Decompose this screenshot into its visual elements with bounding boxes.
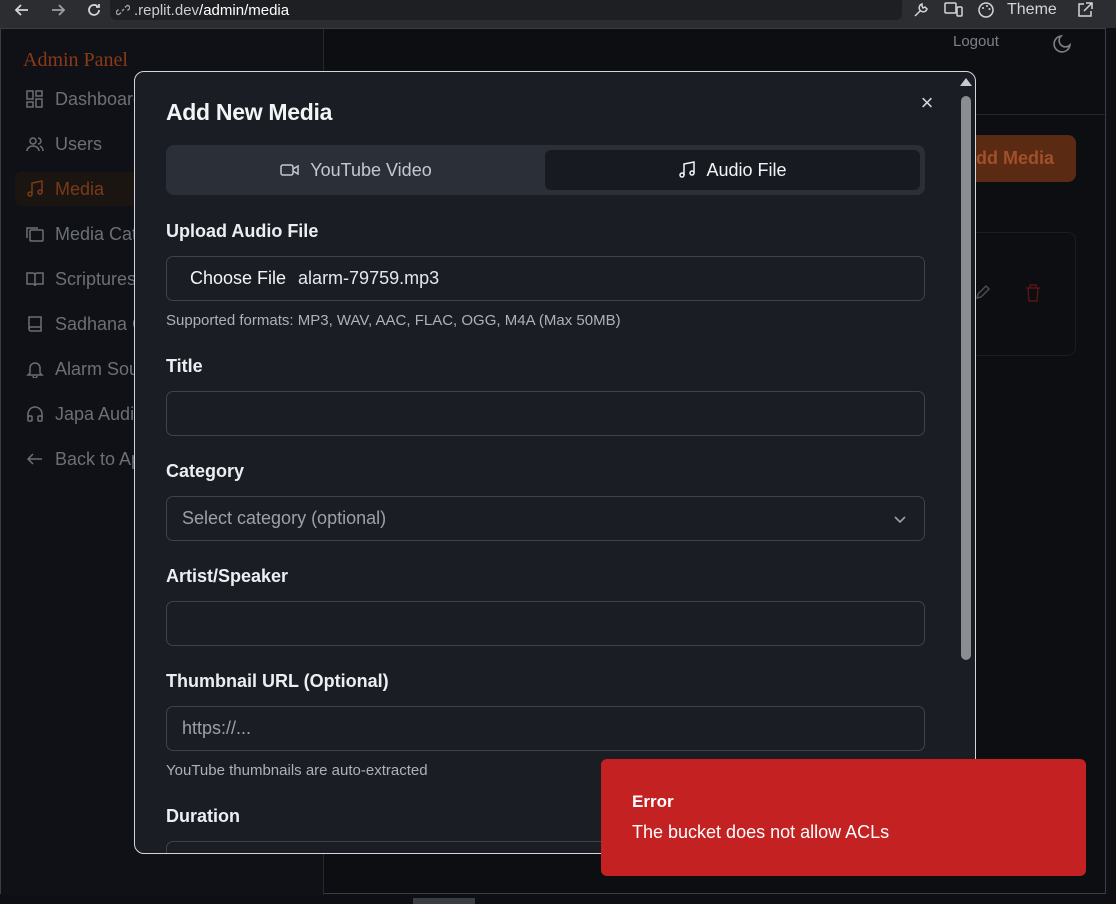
duration-label: Duration xyxy=(166,806,240,826)
title-input[interactable] xyxy=(166,391,925,436)
sidebar-title: Admin Panel xyxy=(23,49,128,71)
dashboard-icon xyxy=(25,89,45,109)
tab-label: Audio File xyxy=(706,159,787,180)
folders-icon xyxy=(25,224,45,244)
music-icon xyxy=(25,179,45,199)
add-media-dialog: Add New Media × YouTube Video Audio File… xyxy=(134,71,976,854)
palette-icon[interactable] xyxy=(977,0,995,20)
open-external-icon[interactable] xyxy=(1076,0,1094,20)
tab-audio-file[interactable]: Audio File xyxy=(545,150,920,190)
window-edge xyxy=(413,898,475,904)
sidebar-item-label: Dashboard xyxy=(55,88,144,109)
back-icon[interactable] xyxy=(10,0,34,20)
edit-icon[interactable] xyxy=(974,283,992,306)
choose-file-button[interactable]: Choose File xyxy=(190,268,286,289)
category-placeholder: Select category (optional) xyxy=(182,508,387,528)
link-icon xyxy=(116,2,132,18)
tab-label: YouTube Video xyxy=(310,159,432,180)
reload-icon[interactable] xyxy=(82,0,106,20)
artist-input[interactable] xyxy=(166,601,925,646)
headphones-icon xyxy=(25,404,45,424)
video-icon xyxy=(280,162,300,178)
forward-icon[interactable] xyxy=(46,0,70,20)
dialog-scrollbar[interactable] xyxy=(959,78,973,848)
toast-title: Error xyxy=(632,792,674,811)
upload-hint: Supported formats: MP3, WAV, AAC, FLAC, … xyxy=(166,312,621,329)
error-toast[interactable]: Error The bucket does not allow ACLs xyxy=(601,759,1086,876)
chevron-down-icon xyxy=(892,511,908,532)
book-icon xyxy=(25,314,45,334)
sidebar-item-label: Users xyxy=(55,133,103,154)
arrow-left-icon xyxy=(25,449,45,469)
moon-icon[interactable] xyxy=(1052,32,1074,59)
bell-icon xyxy=(25,359,45,379)
users-icon xyxy=(25,134,45,154)
theme-button[interactable]: Theme xyxy=(1007,0,1057,20)
close-icon[interactable]: × xyxy=(916,90,938,115)
scroll-up-icon[interactable] xyxy=(960,78,972,86)
thumbnail-placeholder: https://... xyxy=(182,718,252,738)
category-select[interactable]: Select category (optional) xyxy=(166,496,925,541)
audio-file-input[interactable]: Choose File alarm-79759.mp3 xyxy=(166,256,925,301)
url-path: /admin/media xyxy=(199,1,290,19)
music-icon xyxy=(678,161,696,179)
artist-label: Artist/Speaker xyxy=(166,566,289,586)
sidebar-item-label: Japa Audio xyxy=(55,403,145,424)
thumbnail-hint: YouTube thumbnails are auto-extracted xyxy=(166,762,428,779)
scroll-thumb[interactable] xyxy=(961,96,971,660)
url-domain: .replit.dev xyxy=(134,1,200,19)
media-type-tabs: YouTube Video Audio File xyxy=(166,145,925,195)
category-label: Category xyxy=(166,461,245,481)
dialog-title: Add New Media xyxy=(166,99,333,125)
devices-icon[interactable] xyxy=(944,0,964,20)
upload-label: Upload Audio File xyxy=(166,221,319,241)
tab-youtube-video[interactable]: YouTube Video xyxy=(171,150,541,190)
title-label: Title xyxy=(166,356,203,376)
trash-icon[interactable] xyxy=(1024,283,1042,308)
media-card xyxy=(960,232,1076,356)
logout-button[interactable]: Logout xyxy=(953,33,999,50)
sidebar-item-label: Media xyxy=(55,178,105,199)
selected-file-name: alarm-79759.mp3 xyxy=(298,268,440,288)
toast-message: The bucket does not allow ACLs xyxy=(632,822,890,842)
book-open-icon xyxy=(25,269,45,289)
browser-toolbar: .replit.dev/admin/media Theme xyxy=(0,0,1116,28)
thumbnail-label: Thumbnail URL (Optional) xyxy=(166,671,389,691)
thumbnail-url-input[interactable]: https://... xyxy=(166,706,925,751)
address-bar[interactable]: .replit.dev/admin/media xyxy=(110,0,902,20)
wrench-icon[interactable] xyxy=(912,0,930,20)
sidebar-item-label: Scriptures xyxy=(55,268,137,289)
